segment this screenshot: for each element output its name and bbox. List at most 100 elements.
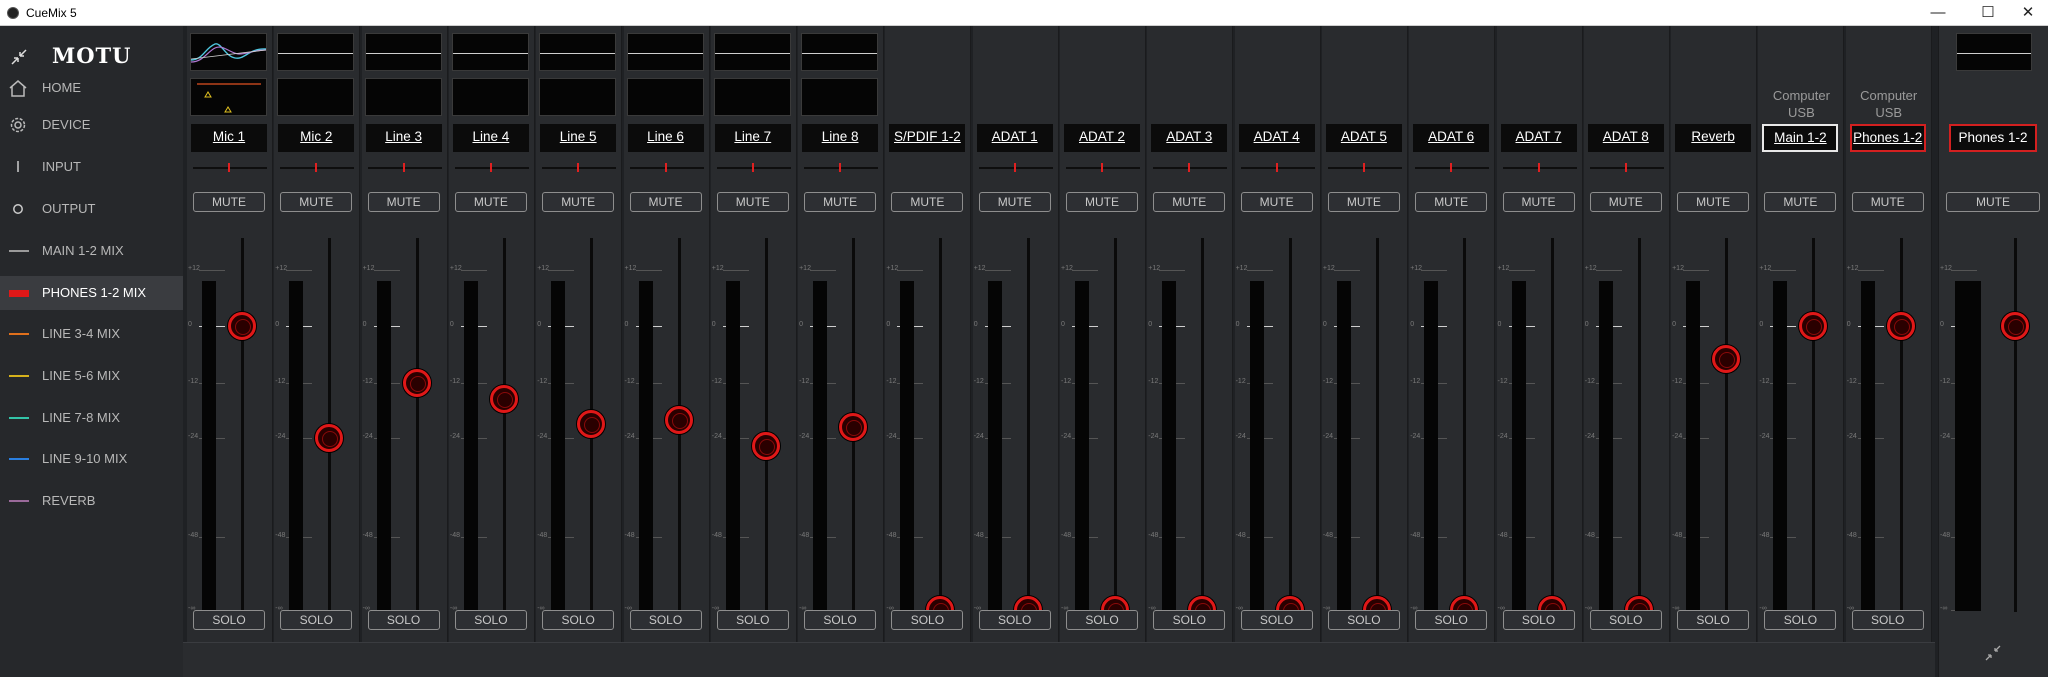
solo-button[interactable]: SOLO [1589, 610, 1662, 630]
mute-button[interactable]: MUTE [454, 192, 527, 212]
solo-button[interactable]: SOLO [1851, 610, 1924, 630]
mute-button[interactable]: MUTE [1153, 192, 1226, 212]
pan-control[interactable] [1240, 167, 1315, 169]
channel-name[interactable]: Line 5 [540, 124, 617, 152]
mute-button[interactable]: MUTE [1851, 192, 1924, 212]
fader-track[interactable] [502, 238, 506, 612]
solo-button[interactable]: SOLO [367, 610, 440, 630]
fader-track[interactable] [939, 238, 943, 612]
expand-icon[interactable] [1983, 643, 2003, 663]
fader-track[interactable] [1375, 238, 1379, 612]
solo-button[interactable]: SOLO [193, 610, 265, 630]
channel-name[interactable]: S/PDIF 1-2 [889, 124, 966, 152]
pan-control[interactable] [629, 167, 704, 169]
channel-name[interactable]: Main 1-2 [1762, 124, 1839, 152]
channel-name[interactable]: ADAT 1 [976, 124, 1053, 152]
fader-track[interactable] [1026, 238, 1030, 612]
sidebar-item-output[interactable]: OUTPUT [0, 192, 183, 226]
channel-name[interactable]: Reverb [1675, 124, 1752, 152]
solo-button[interactable]: SOLO [891, 610, 964, 630]
level-meter[interactable] [277, 33, 355, 71]
level-meter[interactable] [451, 78, 529, 116]
mute-button[interactable]: MUTE [716, 192, 789, 212]
fader-knob[interactable] [577, 410, 606, 439]
fader-knob[interactable] [2001, 312, 2029, 340]
collapse-icon[interactable] [10, 48, 28, 66]
mute-button[interactable]: MUTE [367, 192, 440, 212]
sidebar-item-line-7-8-mix[interactable]: LINE 7-8 MIX [0, 401, 183, 435]
channel-name[interactable]: Phones 1-2 [1949, 124, 2037, 152]
sidebar-item-home[interactable]: HOME [0, 71, 183, 105]
sidebar-item-line-5-6-mix[interactable]: LINE 5-6 MIX [0, 359, 183, 393]
fader-knob[interactable] [839, 412, 868, 441]
fader-track[interactable] [1725, 238, 1729, 612]
dynamics-display[interactable] [190, 78, 267, 116]
solo-button[interactable]: SOLO [280, 610, 353, 630]
mute-button[interactable]: MUTE [1589, 192, 1662, 212]
mute-button[interactable]: MUTE [978, 192, 1051, 212]
level-meter[interactable] [277, 78, 355, 116]
channel-name[interactable]: Line 7 [714, 124, 791, 152]
channel-name[interactable]: ADAT 5 [1325, 124, 1402, 152]
level-meter[interactable] [626, 33, 704, 71]
level-meter[interactable] [713, 33, 791, 71]
level-meter[interactable] [364, 33, 442, 71]
pan-control[interactable] [1066, 167, 1140, 169]
pan-control[interactable] [1153, 167, 1228, 169]
level-meter[interactable] [539, 33, 617, 71]
fader-track[interactable] [1812, 238, 1816, 612]
pan-control[interactable] [804, 167, 879, 169]
solo-button[interactable]: SOLO [1502, 610, 1575, 630]
channel-name[interactable]: Mic 2 [278, 124, 355, 152]
fader-track[interactable] [1637, 238, 1641, 612]
mute-button[interactable]: MUTE [629, 192, 702, 212]
solo-button[interactable]: SOLO [1415, 610, 1488, 630]
level-meter[interactable] [801, 33, 879, 71]
channel-name[interactable]: Line 6 [627, 124, 704, 152]
pan-control[interactable] [978, 167, 1053, 169]
solo-button[interactable]: SOLO [542, 610, 615, 630]
fader-track[interactable] [241, 238, 244, 612]
mixer-scrollbar[interactable] [183, 642, 1935, 677]
pan-control[interactable] [193, 167, 267, 169]
channel-name[interactable]: ADAT 3 [1151, 124, 1228, 152]
maximize-button[interactable]: ☐ [1966, 0, 2010, 26]
fader-track[interactable] [1899, 238, 1903, 612]
sidebar-item-line-9-10-mix[interactable]: LINE 9-10 MIX [0, 442, 183, 476]
pan-control[interactable] [454, 167, 529, 169]
mute-button[interactable]: MUTE [1764, 192, 1837, 212]
fader-knob[interactable] [751, 432, 780, 461]
fader-track[interactable] [415, 238, 419, 612]
fader-track[interactable] [2014, 238, 2017, 612]
fader-knob[interactable] [228, 312, 256, 340]
pan-control[interactable] [1415, 167, 1490, 169]
fader-track[interactable] [764, 238, 768, 612]
mute-button[interactable]: MUTE [542, 192, 615, 212]
solo-button[interactable]: SOLO [978, 610, 1051, 630]
channel-name[interactable]: Line 4 [452, 124, 529, 152]
mute-button[interactable]: MUTE [1066, 192, 1138, 212]
close-button[interactable]: ✕ [2006, 0, 2048, 26]
fader-knob[interactable] [1886, 312, 1915, 340]
fader-knob[interactable] [315, 424, 344, 452]
fader-knob[interactable] [489, 385, 518, 414]
sidebar-item-main-1-2-mix[interactable]: MAIN 1-2 MIX [0, 234, 183, 268]
level-meter[interactable] [713, 78, 791, 116]
mute-button[interactable]: MUTE [1240, 192, 1313, 212]
level-meter[interactable] [539, 78, 617, 116]
solo-button[interactable]: SOLO [629, 610, 702, 630]
fader-track[interactable] [1550, 238, 1554, 612]
level-meter[interactable] [801, 78, 879, 116]
fader-knob[interactable] [1799, 312, 1828, 340]
pan-control[interactable] [716, 167, 791, 169]
mute-button[interactable]: MUTE [280, 192, 353, 212]
mute-button[interactable]: MUTE [804, 192, 877, 212]
channel-name[interactable]: ADAT 2 [1064, 124, 1140, 152]
sidebar-item-line-3-4-mix[interactable]: LINE 3-4 MIX [0, 317, 183, 351]
level-meter[interactable] [364, 78, 442, 116]
sidebar-item-reverb[interactable]: REVERB [0, 484, 183, 518]
level-meter[interactable] [626, 78, 704, 116]
pan-control[interactable] [367, 167, 442, 169]
channel-name[interactable]: ADAT 8 [1587, 124, 1664, 152]
pan-control[interactable] [1589, 167, 1664, 169]
